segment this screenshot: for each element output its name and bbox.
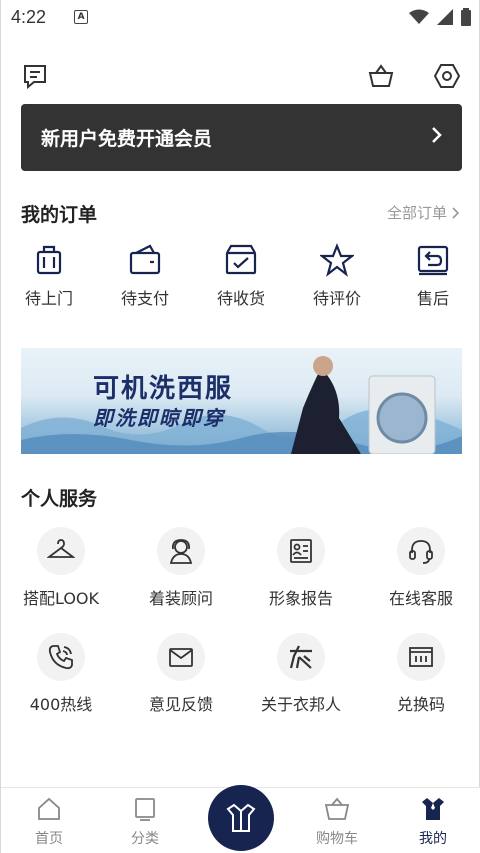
tab-label: 我的: [419, 831, 447, 847]
a-icon: A: [74, 10, 89, 24]
tab-category[interactable]: 分类: [105, 796, 185, 848]
service-online-support[interactable]: 在线客服: [361, 527, 480, 609]
orders-title: 我的订单: [21, 204, 98, 226]
order-label: 待上门: [24, 289, 73, 308]
service-label: 搭配LOOK: [22, 589, 100, 608]
phone-icon: [48, 645, 73, 670]
receive-box-icon: [225, 244, 257, 275]
center-suit-button[interactable]: [208, 785, 274, 851]
suitcase-icon: [36, 245, 62, 275]
tab-mine[interactable]: 我的: [393, 796, 473, 848]
star-icon: [320, 243, 354, 277]
report-icon: [290, 539, 312, 563]
wifi-icon: [409, 9, 429, 24]
member-banner[interactable]: 新用户免费开通会员: [21, 104, 462, 171]
status-time: 4:22: [11, 6, 47, 27]
order-label: 售后: [416, 289, 449, 308]
promo-subtitle: 即洗即晾即穿: [93, 406, 225, 430]
order-label: 待评价: [312, 289, 361, 308]
headset-icon: [409, 540, 433, 564]
profile-suit-icon: [422, 798, 444, 820]
service-about[interactable]: 关于衣邦人: [241, 633, 361, 715]
tab-label: 首页: [35, 831, 63, 847]
promo-title: 可机洗西服: [93, 374, 234, 404]
chevron-right-icon: [452, 206, 459, 219]
services-title: 个人服务: [21, 488, 98, 510]
order-pending-receive[interactable]: 待收货: [196, 243, 286, 309]
order-after-sales[interactable]: 售后: [388, 243, 478, 309]
brand-icon: [289, 645, 312, 669]
signal-icon: [437, 9, 453, 25]
order-label: 待收货: [216, 289, 265, 308]
order-label: 待支付: [120, 289, 169, 308]
home-icon: [38, 797, 60, 820]
basket-icon[interactable]: [367, 62, 395, 90]
service-label: 意见反馈: [148, 695, 213, 714]
service-hotline[interactable]: 400热线: [1, 633, 121, 715]
tab-label: 购物车: [316, 831, 358, 847]
member-banner-text: 新用户免费开通会员: [41, 128, 213, 150]
category-icon: [135, 798, 155, 821]
cart-icon: [324, 797, 350, 820]
service-label: 形象报告: [268, 589, 333, 608]
all-orders-link[interactable]: 全部订单: [387, 202, 459, 223]
promo-banner[interactable]: 可机洗西服 即洗即晾即穿: [21, 348, 462, 454]
service-redeem-code[interactable]: 兑换码: [361, 633, 480, 715]
tab-label: 分类: [131, 831, 159, 847]
advisor-icon: [169, 539, 193, 564]
order-pending-payment[interactable]: 待支付: [100, 243, 190, 309]
service-label: 着装顾问: [148, 589, 213, 608]
all-orders-label: 全部订单: [386, 204, 447, 222]
service-look[interactable]: 搭配LOOK: [1, 527, 121, 609]
return-icon: [417, 245, 449, 276]
message-icon[interactable]: [21, 62, 49, 90]
service-advisor[interactable]: 着装顾问: [121, 527, 241, 609]
water-splash-image: [21, 356, 462, 454]
tab-cart[interactable]: 购物车: [297, 796, 377, 848]
order-pending-review[interactable]: 待评价: [292, 243, 382, 309]
status-bar: 4:22 A: [1, 0, 480, 34]
order-pending-visit[interactable]: 待上门: [4, 243, 94, 309]
hanger-icon: [47, 539, 75, 558]
service-label: 在线客服: [388, 589, 453, 608]
service-label: 400热线: [29, 695, 93, 714]
suit-center-icon: [226, 803, 256, 832]
bottom-tab-bar: 首页 分类 购物车 我的: [1, 785, 480, 853]
service-report[interactable]: 形象报告: [241, 527, 361, 609]
top-action-bar: [1, 56, 480, 96]
service-feedback[interactable]: 意见反馈: [121, 633, 241, 715]
model-figure: [291, 368, 361, 454]
app-screen: 4:22 A 新用户免费开通会员 我的订单 全部订单 待上门 待支付 待收货 待…: [0, 0, 480, 853]
battery-icon: [461, 8, 471, 26]
settings-hex-icon[interactable]: [433, 62, 461, 90]
status-icons: [409, 8, 471, 26]
chevron-right-icon: [430, 126, 442, 149]
service-label: 关于衣邦人: [260, 695, 341, 714]
tab-home[interactable]: 首页: [9, 796, 89, 848]
mail-icon: [169, 648, 193, 667]
ticket-icon: [409, 647, 433, 667]
wallet-icon: [129, 244, 161, 275]
service-label: 兑换码: [396, 695, 445, 714]
